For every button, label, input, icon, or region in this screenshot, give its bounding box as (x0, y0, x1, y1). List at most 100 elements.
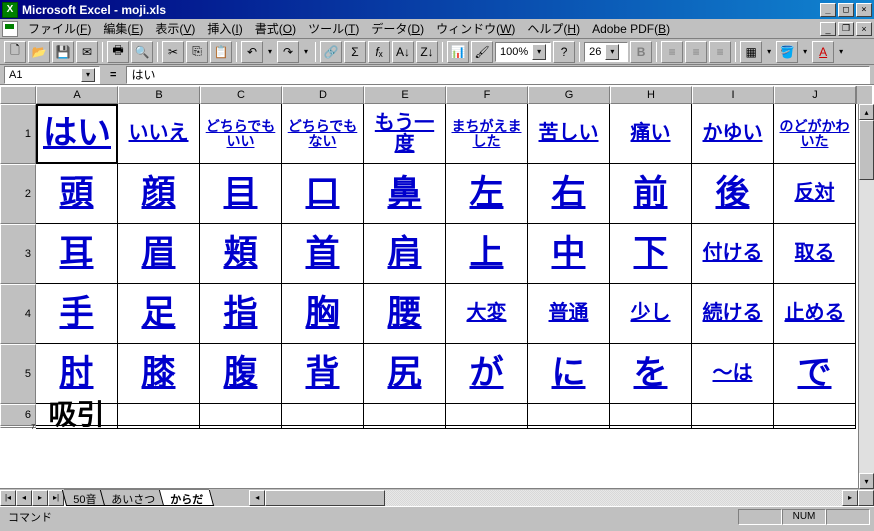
cell-B6[interactable] (118, 404, 200, 426)
next-sheet-button[interactable]: ▸ (32, 490, 48, 506)
cell-C2[interactable]: 目 (200, 164, 282, 224)
col-header-C[interactable]: C (200, 86, 282, 104)
cell-I2[interactable]: 後 (692, 164, 774, 224)
scroll-down-button[interactable]: ▾ (859, 473, 874, 489)
cell-G6[interactable] (528, 404, 610, 426)
col-header-A[interactable]: A (36, 86, 118, 104)
menu-3[interactable]: 挿入(I) (201, 18, 248, 39)
menu-0[interactable]: ファイル(F) (22, 18, 97, 39)
cell-H6[interactable] (610, 404, 692, 426)
cell-G5[interactable]: に (528, 344, 610, 404)
save-button[interactable]: 💾 (52, 41, 74, 63)
cell-A5[interactable]: 肘 (36, 344, 118, 404)
menu-6[interactable]: データ(D) (365, 18, 430, 39)
menu-2[interactable]: 表示(V) (149, 18, 201, 39)
cell-J1[interactable]: のどがかわいた (774, 104, 856, 164)
sort-asc-button[interactable]: A↓ (392, 41, 414, 63)
hyperlink-button[interactable]: 🔗 (320, 41, 342, 63)
fontsize-combo[interactable]: 26▾ (584, 42, 628, 62)
cell-D2[interactable]: 口 (282, 164, 364, 224)
cell-F4[interactable]: 大変 (446, 284, 528, 344)
cell-D4[interactable]: 胸 (282, 284, 364, 344)
formula-input[interactable]: はい (126, 66, 870, 84)
cell-B3[interactable]: 眉 (118, 224, 200, 284)
cell-C3[interactable]: 頬 (200, 224, 282, 284)
menu-1[interactable]: 編集(E) (97, 18, 149, 39)
cell-B4[interactable]: 足 (118, 284, 200, 344)
function-button[interactable]: fₓ (368, 41, 390, 63)
cell-I4[interactable]: 続ける (692, 284, 774, 344)
cell-F3[interactable]: 上 (446, 224, 528, 284)
cell-J5[interactable]: で (774, 344, 856, 404)
menu-5[interactable]: ツール(T) (302, 18, 365, 39)
align-right-button[interactable]: ≡ (709, 41, 731, 63)
scroll-right-button[interactable]: ▸ (842, 490, 858, 506)
cell-I7[interactable] (692, 426, 774, 429)
col-header-B[interactable]: B (118, 86, 200, 104)
cell-B1[interactable]: いいえ (118, 104, 200, 164)
cell-I1[interactable]: かゆい (692, 104, 774, 164)
sort-desc-button[interactable]: Z↓ (416, 41, 438, 63)
cell-F7[interactable] (446, 426, 528, 429)
cell-E4[interactable]: 腰 (364, 284, 446, 344)
doc-restore-button[interactable]: ❐ (838, 22, 854, 36)
close-button[interactable]: × (856, 3, 872, 17)
cell-A6[interactable]: 吸引 (36, 404, 118, 426)
cell-C1[interactable]: どちらでもいい (200, 104, 282, 164)
cell-E5[interactable]: 尻 (364, 344, 446, 404)
cell-J6[interactable] (774, 404, 856, 426)
bold-button[interactable]: B (630, 41, 652, 63)
redo-dropdown[interactable]: ▾ (301, 41, 311, 63)
undo-button[interactable]: ↶ (241, 41, 263, 63)
cell-C6[interactable] (200, 404, 282, 426)
horizontal-scrollbar[interactable]: ◂ ▸ (249, 490, 858, 506)
chart-button[interactable]: 📊 (447, 41, 469, 63)
fill-color-button[interactable]: 🪣 (776, 41, 798, 63)
cell-A2[interactable]: 頭 (36, 164, 118, 224)
cell-D1[interactable]: どちらでもない (282, 104, 364, 164)
select-all-corner[interactable] (0, 86, 36, 104)
menu-8[interactable]: ヘルプ(H) (521, 18, 586, 39)
menu-9[interactable]: Adobe PDF(B) (586, 20, 676, 38)
cell-A7[interactable] (36, 426, 118, 429)
doc-close-button[interactable]: × (856, 22, 872, 36)
col-header-D[interactable]: D (282, 86, 364, 104)
cell-H1[interactable]: 痛い (610, 104, 692, 164)
cell-E7[interactable] (364, 426, 446, 429)
open-button[interactable]: 📂 (28, 41, 50, 63)
row-header-2[interactable]: 2 (0, 164, 36, 224)
cell-I6[interactable] (692, 404, 774, 426)
cell-E6[interactable] (364, 404, 446, 426)
row-header-5[interactable]: 5 (0, 344, 36, 404)
menu-7[interactable]: ウィンドウ(W) (430, 18, 521, 39)
maximize-button[interactable]: □ (838, 3, 854, 17)
cell-E1[interactable]: もう一度 (364, 104, 446, 164)
undo-dropdown[interactable]: ▾ (265, 41, 275, 63)
scroll-left-button[interactable]: ◂ (249, 490, 265, 506)
copy-button[interactable]: ⎘ (186, 41, 208, 63)
col-header-G[interactable]: G (528, 86, 610, 104)
paste-button[interactable]: 📋 (210, 41, 232, 63)
mail-button[interactable]: ✉ (76, 41, 98, 63)
cell-I3[interactable]: 付ける (692, 224, 774, 284)
font-color-button[interactable]: A (812, 41, 834, 63)
hscroll-thumb[interactable] (265, 490, 385, 506)
menu-4[interactable]: 書式(O) (249, 18, 302, 39)
cell-H5[interactable]: を (610, 344, 692, 404)
borders-button[interactable]: ▦ (740, 41, 762, 63)
autosum-button[interactable]: Σ (344, 41, 366, 63)
print-button[interactable]: 🖶 (107, 41, 129, 63)
cell-B2[interactable]: 顔 (118, 164, 200, 224)
drawing-button[interactable]: 🖌 (471, 41, 493, 63)
cell-J3[interactable]: 取る (774, 224, 856, 284)
sheet-tab-あいさつ[interactable]: あいさつ (100, 490, 166, 506)
prev-sheet-button[interactable]: ◂ (16, 490, 32, 506)
print-preview-button[interactable]: 🔍 (131, 41, 153, 63)
cell-D7[interactable] (282, 426, 364, 429)
cell-D3[interactable]: 首 (282, 224, 364, 284)
cell-G1[interactable]: 苦しい (528, 104, 610, 164)
cell-D5[interactable]: 背 (282, 344, 364, 404)
cell-G3[interactable]: 中 (528, 224, 610, 284)
cell-C4[interactable]: 指 (200, 284, 282, 344)
cell-A4[interactable]: 手 (36, 284, 118, 344)
